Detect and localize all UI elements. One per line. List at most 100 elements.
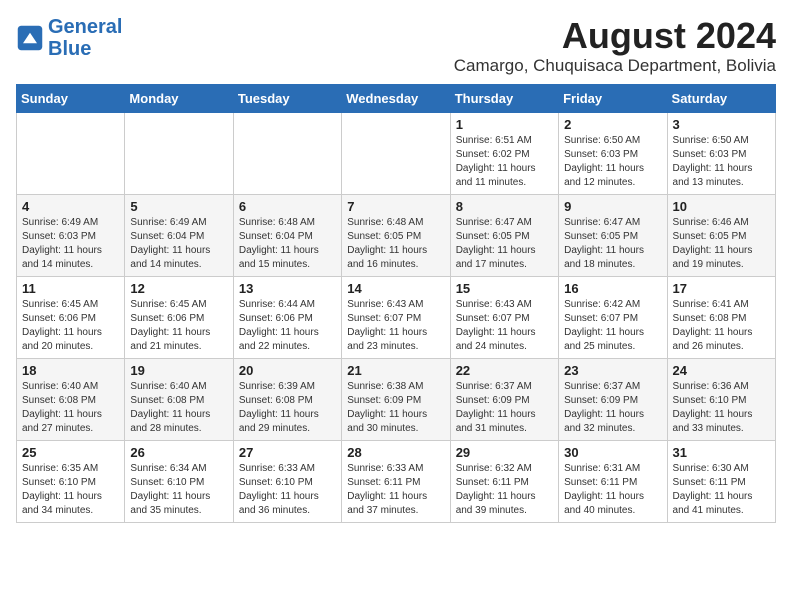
calendar-cell [233, 112, 341, 194]
calendar-cell: 12 Sunrise: 6:45 AM Sunset: 6:06 PM Dayli… [125, 276, 233, 358]
calendar-cell: 1 Sunrise: 6:51 AM Sunset: 6:02 PM Daylig… [450, 112, 558, 194]
cell-date-number: 31 [673, 445, 770, 460]
calendar-week-row: 1 Sunrise: 6:51 AM Sunset: 6:02 PM Daylig… [17, 112, 776, 194]
cell-info-text: Sunrise: 6:51 AM Sunset: 6:02 PM Dayligh… [456, 134, 553, 190]
cell-info-text: Sunrise: 6:50 AM Sunset: 6:03 PM Dayligh… [673, 134, 770, 190]
cell-date-number: 16 [564, 281, 661, 296]
calendar-week-row: 11 Sunrise: 6:45 AM Sunset: 6:06 PM Dayli… [17, 276, 776, 358]
weekday-header-wednesday: Wednesday [342, 84, 450, 112]
calendar-cell: 10 Sunrise: 6:46 AM Sunset: 6:05 PM Dayli… [667, 194, 775, 276]
page-title: August 2024 [454, 16, 776, 56]
calendar-cell: 14 Sunrise: 6:43 AM Sunset: 6:07 PM Dayli… [342, 276, 450, 358]
cell-date-number: 1 [456, 117, 553, 132]
calendar-cell: 23Sunrise: 6:37 AM Sunset: 6:09 PM Dayli… [559, 358, 667, 440]
cell-date-number: 22 [456, 363, 553, 378]
cell-info-text: Sunrise: 6:32 AM Sunset: 6:11 PM Dayligh… [456, 462, 553, 518]
calendar-cell: 30Sunrise: 6:31 AM Sunset: 6:11 PM Dayli… [559, 440, 667, 522]
cell-info-text: Sunrise: 6:49 AM Sunset: 6:03 PM Dayligh… [22, 216, 119, 272]
calendar-cell: 2 Sunrise: 6:50 AM Sunset: 6:03 PM Daylig… [559, 112, 667, 194]
cell-date-number: 30 [564, 445, 661, 460]
weekday-header-sunday: Sunday [17, 84, 125, 112]
cell-info-text: Sunrise: 6:33 AM Sunset: 6:10 PM Dayligh… [239, 462, 336, 518]
calendar-week-row: 4 Sunrise: 6:49 AM Sunset: 6:03 PM Daylig… [17, 194, 776, 276]
calendar-header-row: SundayMondayTuesdayWednesdayThursdayFrid… [17, 84, 776, 112]
cell-info-text: Sunrise: 6:45 AM Sunset: 6:06 PM Dayligh… [130, 298, 227, 354]
calendar-cell: 19Sunrise: 6:40 AM Sunset: 6:08 PM Dayli… [125, 358, 233, 440]
cell-date-number: 15 [456, 281, 553, 296]
calendar-cell: 25 Sunrise: 6:35 AM Sunset: 6:10 PM Dayli… [17, 440, 125, 522]
weekday-header-monday: Monday [125, 84, 233, 112]
cell-date-number: 14 [347, 281, 444, 296]
logo-line1: General [48, 16, 122, 38]
cell-info-text: Sunrise: 6:44 AM Sunset: 6:06 PM Dayligh… [239, 298, 336, 354]
cell-info-text: Sunrise: 6:30 AM Sunset: 6:11 PM Dayligh… [673, 462, 770, 518]
cell-date-number: 26 [130, 445, 227, 460]
calendar-cell: 15 Sunrise: 6:43 AM Sunset: 6:07 PM Dayli… [450, 276, 558, 358]
cell-info-text: Sunrise: 6:47 AM Sunset: 6:05 PM Dayligh… [564, 216, 661, 272]
calendar-cell: 7 Sunrise: 6:48 AM Sunset: 6:05 PM Daylig… [342, 194, 450, 276]
cell-info-text: Sunrise: 6:37 AM Sunset: 6:09 PM Dayligh… [456, 380, 553, 436]
cell-date-number: 17 [673, 281, 770, 296]
cell-info-text: Sunrise: 6:41 AM Sunset: 6:08 PM Dayligh… [673, 298, 770, 354]
cell-date-number: 6 [239, 199, 336, 214]
cell-info-text: Sunrise: 6:47 AM Sunset: 6:05 PM Dayligh… [456, 216, 553, 272]
calendar-cell: 24Sunrise: 6:36 AM Sunset: 6:10 PM Dayli… [667, 358, 775, 440]
page-header: General Blue August 2024 Camargo, Chuqui… [16, 16, 776, 76]
cell-date-number: 7 [347, 199, 444, 214]
cell-info-text: Sunrise: 6:50 AM Sunset: 6:03 PM Dayligh… [564, 134, 661, 190]
calendar-week-row: 18 Sunrise: 6:40 AM Sunset: 6:08 PM Dayli… [17, 358, 776, 440]
cell-date-number: 28 [347, 445, 444, 460]
cell-info-text: Sunrise: 6:45 AM Sunset: 6:06 PM Dayligh… [22, 298, 119, 354]
logo-line2: Blue [48, 38, 91, 60]
cell-info-text: Sunrise: 6:39 AM Sunset: 6:08 PM Dayligh… [239, 380, 336, 436]
cell-date-number: 4 [22, 199, 119, 214]
cell-date-number: 10 [673, 199, 770, 214]
cell-date-number: 20 [239, 363, 336, 378]
cell-date-number: 9 [564, 199, 661, 214]
weekday-header-friday: Friday [559, 84, 667, 112]
cell-date-number: 18 [22, 363, 119, 378]
cell-date-number: 25 [22, 445, 119, 460]
calendar-cell: 16 Sunrise: 6:42 AM Sunset: 6:07 PM Dayli… [559, 276, 667, 358]
calendar-cell: 29 Sunrise: 6:32 AM Sunset: 6:11 PM Dayli… [450, 440, 558, 522]
logo-icon [16, 24, 44, 52]
calendar-week-row: 25 Sunrise: 6:35 AM Sunset: 6:10 PM Dayli… [17, 440, 776, 522]
cell-date-number: 24 [673, 363, 770, 378]
calendar-cell: 6 Sunrise: 6:48 AM Sunset: 6:04 PM Daylig… [233, 194, 341, 276]
weekday-header-thursday: Thursday [450, 84, 558, 112]
calendar-table: SundayMondayTuesdayWednesdayThursdayFrid… [16, 84, 776, 523]
calendar-cell: 8 Sunrise: 6:47 AM Sunset: 6:05 PM Daylig… [450, 194, 558, 276]
calendar-cell: 17 Sunrise: 6:41 AM Sunset: 6:08 PM Dayli… [667, 276, 775, 358]
cell-info-text: Sunrise: 6:33 AM Sunset: 6:11 PM Dayligh… [347, 462, 444, 518]
cell-date-number: 29 [456, 445, 553, 460]
cell-date-number: 12 [130, 281, 227, 296]
cell-info-text: Sunrise: 6:43 AM Sunset: 6:07 PM Dayligh… [347, 298, 444, 354]
calendar-cell [342, 112, 450, 194]
calendar-cell: 4 Sunrise: 6:49 AM Sunset: 6:03 PM Daylig… [17, 194, 125, 276]
cell-info-text: Sunrise: 6:48 AM Sunset: 6:04 PM Dayligh… [239, 216, 336, 272]
cell-info-text: Sunrise: 6:37 AM Sunset: 6:09 PM Dayligh… [564, 380, 661, 436]
calendar-cell [17, 112, 125, 194]
cell-info-text: Sunrise: 6:42 AM Sunset: 6:07 PM Dayligh… [564, 298, 661, 354]
calendar-cell: 20 Sunrise: 6:39 AM Sunset: 6:08 PM Dayli… [233, 358, 341, 440]
cell-info-text: Sunrise: 6:40 AM Sunset: 6:08 PM Dayligh… [130, 380, 227, 436]
calendar-cell: 9 Sunrise: 6:47 AM Sunset: 6:05 PM Daylig… [559, 194, 667, 276]
logo: General Blue [16, 16, 122, 60]
cell-info-text: Sunrise: 6:49 AM Sunset: 6:04 PM Dayligh… [130, 216, 227, 272]
calendar-cell: 26Sunrise: 6:34 AM Sunset: 6:10 PM Dayli… [125, 440, 233, 522]
cell-date-number: 11 [22, 281, 119, 296]
cell-info-text: Sunrise: 6:46 AM Sunset: 6:05 PM Dayligh… [673, 216, 770, 272]
cell-info-text: Sunrise: 6:43 AM Sunset: 6:07 PM Dayligh… [456, 298, 553, 354]
cell-date-number: 8 [456, 199, 553, 214]
cell-date-number: 5 [130, 199, 227, 214]
calendar-cell: 5 Sunrise: 6:49 AM Sunset: 6:04 PM Daylig… [125, 194, 233, 276]
weekday-header-saturday: Saturday [667, 84, 775, 112]
cell-info-text: Sunrise: 6:40 AM Sunset: 6:08 PM Dayligh… [22, 380, 119, 436]
cell-date-number: 27 [239, 445, 336, 460]
weekday-header-tuesday: Tuesday [233, 84, 341, 112]
cell-info-text: Sunrise: 6:35 AM Sunset: 6:10 PM Dayligh… [22, 462, 119, 518]
cell-info-text: Sunrise: 6:48 AM Sunset: 6:05 PM Dayligh… [347, 216, 444, 272]
calendar-cell: 31 Sunrise: 6:30 AM Sunset: 6:11 PM Dayli… [667, 440, 775, 522]
cell-date-number: 13 [239, 281, 336, 296]
cell-date-number: 2 [564, 117, 661, 132]
